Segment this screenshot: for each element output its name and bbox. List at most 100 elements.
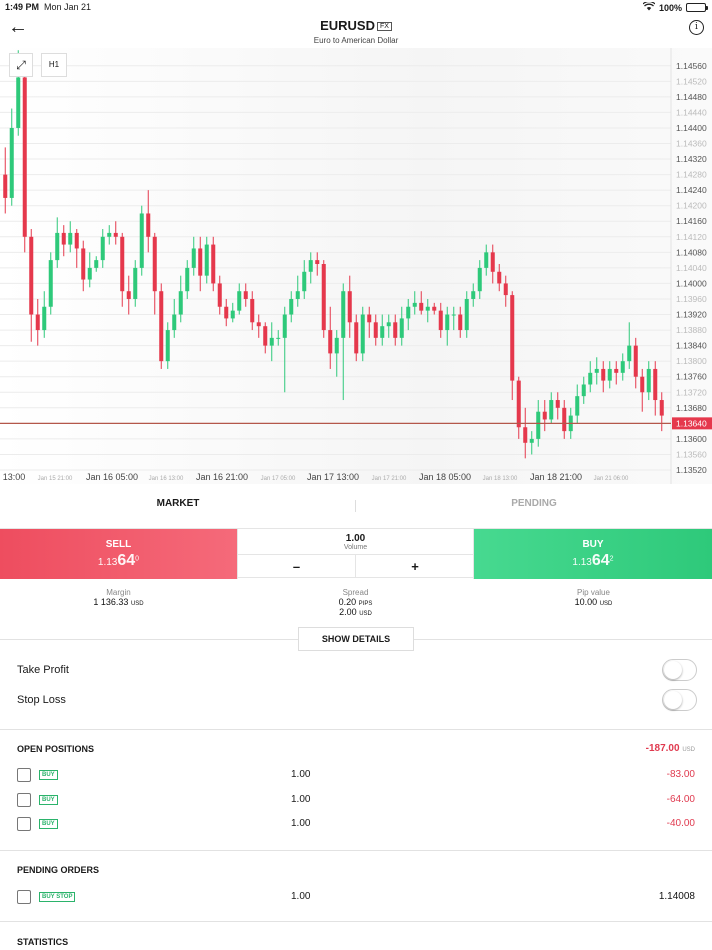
candle-body (100, 236, 105, 261)
sell-price-pips: 64 (117, 552, 136, 569)
position-checkbox[interactable] (17, 817, 31, 831)
open-positions-total-value: -187.00 (645, 743, 680, 754)
candle-body (438, 310, 443, 331)
timeframe-button[interactable]: H1 (41, 53, 67, 77)
margin-label: Margin (106, 588, 131, 597)
sell-button[interactable]: SELL 1.13640 (0, 529, 237, 579)
spread-pips-value: 0.20 (338, 597, 357, 607)
candle-body (432, 306, 437, 311)
y-tick-label: 1.13720 (676, 387, 707, 397)
candle-body (107, 232, 112, 237)
candle-body (419, 302, 424, 311)
sell-price-prefix: 1.13 (97, 557, 118, 568)
candle-body (542, 411, 547, 420)
stop-loss-label: Stop Loss (17, 694, 66, 706)
position-checkbox[interactable] (17, 793, 31, 807)
position-checkbox[interactable] (17, 768, 31, 782)
spread-stat: Spread 0.20 PIPS 2.00 USD (237, 588, 474, 617)
y-tick-label: 1.13880 (676, 325, 707, 335)
x-tick-label: Jan 18 13:00 (483, 476, 518, 482)
y-tick-label: 1.14040 (676, 263, 707, 273)
y-tick-label: 1.14320 (676, 154, 707, 164)
table-row[interactable]: BUY 1.00 -64.00 (0, 792, 712, 810)
candle-body (451, 314, 456, 316)
instrument-title: EURUSD (320, 18, 375, 33)
spread-usd-unit: USD (359, 611, 372, 617)
y-tick-label: 1.14280 (676, 170, 707, 180)
position-volume: 1.00 (291, 769, 311, 780)
x-tick-label: Jan 17 05:00 (261, 476, 296, 482)
candle-body (614, 368, 619, 373)
candle-body (276, 337, 281, 339)
pip-value: 10.00 USD (475, 597, 712, 607)
x-tick-label: Jan 21 06:00 (594, 476, 629, 482)
candle-body (256, 322, 261, 327)
tab-pending[interactable]: PENDING (356, 498, 712, 509)
tab-market[interactable]: MARKET (0, 498, 356, 509)
toggle-knob (664, 661, 682, 679)
candle-body (113, 232, 118, 237)
candle-body (477, 267, 482, 292)
y-tick-label: 1.14520 (676, 76, 707, 86)
candle-body (367, 314, 372, 323)
order-checkbox[interactable] (17, 890, 31, 904)
candle-body (224, 306, 229, 319)
buy-button[interactable]: BUY 1.13642 (474, 529, 712, 579)
candle-body (321, 264, 326, 331)
table-row[interactable]: BUY 1.00 -40.00 (0, 816, 712, 834)
order-price: 1.14008 (658, 891, 695, 902)
buy-price-fraction: 2 (609, 555, 614, 563)
candle-body (133, 267, 138, 299)
y-tick-label: 1.13560 (676, 449, 707, 459)
table-row[interactable]: BUY 1.00 -83.00 (0, 767, 712, 785)
show-details-button[interactable]: SHOW DETAILS (298, 627, 414, 651)
candle-body (607, 368, 612, 381)
candle-body (484, 252, 489, 268)
candle-body (126, 291, 131, 299)
candle-body (61, 232, 66, 245)
candle-body (237, 291, 242, 311)
candle-body (94, 260, 99, 268)
volume-decrease-button[interactable]: – (238, 554, 356, 578)
candle-body (68, 232, 73, 245)
candle-body (471, 291, 476, 299)
y-tick-label: 1.14000 (676, 278, 707, 288)
x-tick-label: 13:00 (3, 472, 26, 482)
margin-stat: Margin 1 136.33 USD (0, 588, 237, 607)
x-tick-label: Jan 16 13:00 (149, 476, 184, 482)
candle-body (412, 302, 417, 307)
candle-body (74, 232, 79, 249)
y-tick-label: 1.13760 (676, 372, 707, 382)
volume-increase-button[interactable]: + (356, 554, 474, 578)
stop-loss-toggle[interactable] (662, 689, 697, 711)
x-tick-label: Jan 16 05:00 (86, 472, 138, 482)
position-pl: -40.00 (666, 818, 695, 829)
candle-body (48, 260, 53, 307)
candle-body (269, 337, 274, 346)
candle-body (386, 322, 391, 327)
candle-body (659, 400, 664, 416)
candle-body (360, 314, 365, 354)
position-type-badge: BUY (39, 819, 58, 829)
y-tick-label: 1.14240 (676, 185, 707, 195)
y-tick-label: 1.14400 (676, 123, 707, 133)
candle-body (581, 384, 586, 397)
y-tick-label: 1.14200 (676, 201, 707, 211)
candle-body (334, 337, 339, 354)
margin-value: 1 136.33 USD (0, 597, 237, 607)
y-tick-label: 1.13920 (676, 310, 707, 320)
expand-icon[interactable]: ⤢ (9, 53, 33, 77)
x-tick-label: Jan 18 05:00 (419, 472, 471, 482)
price-chart[interactable]: 1.14560 1.14520 1.14480 1.14440 1.14400 1.143… (0, 48, 712, 484)
candle-body (282, 314, 287, 338)
sell-price-fraction: 0 (135, 555, 140, 563)
table-row[interactable]: BUY STOP 1.00 1.14008 (0, 889, 712, 907)
y-tick-label: 1.14160 (676, 216, 707, 226)
info-icon[interactable]: i (689, 20, 704, 35)
candle-body (172, 314, 177, 331)
take-profit-toggle[interactable] (662, 659, 697, 681)
candle-body (347, 291, 352, 323)
buy-label: BUY (582, 539, 604, 550)
volume-value[interactable]: 1.00 (238, 533, 473, 544)
candle-body (406, 306, 411, 319)
